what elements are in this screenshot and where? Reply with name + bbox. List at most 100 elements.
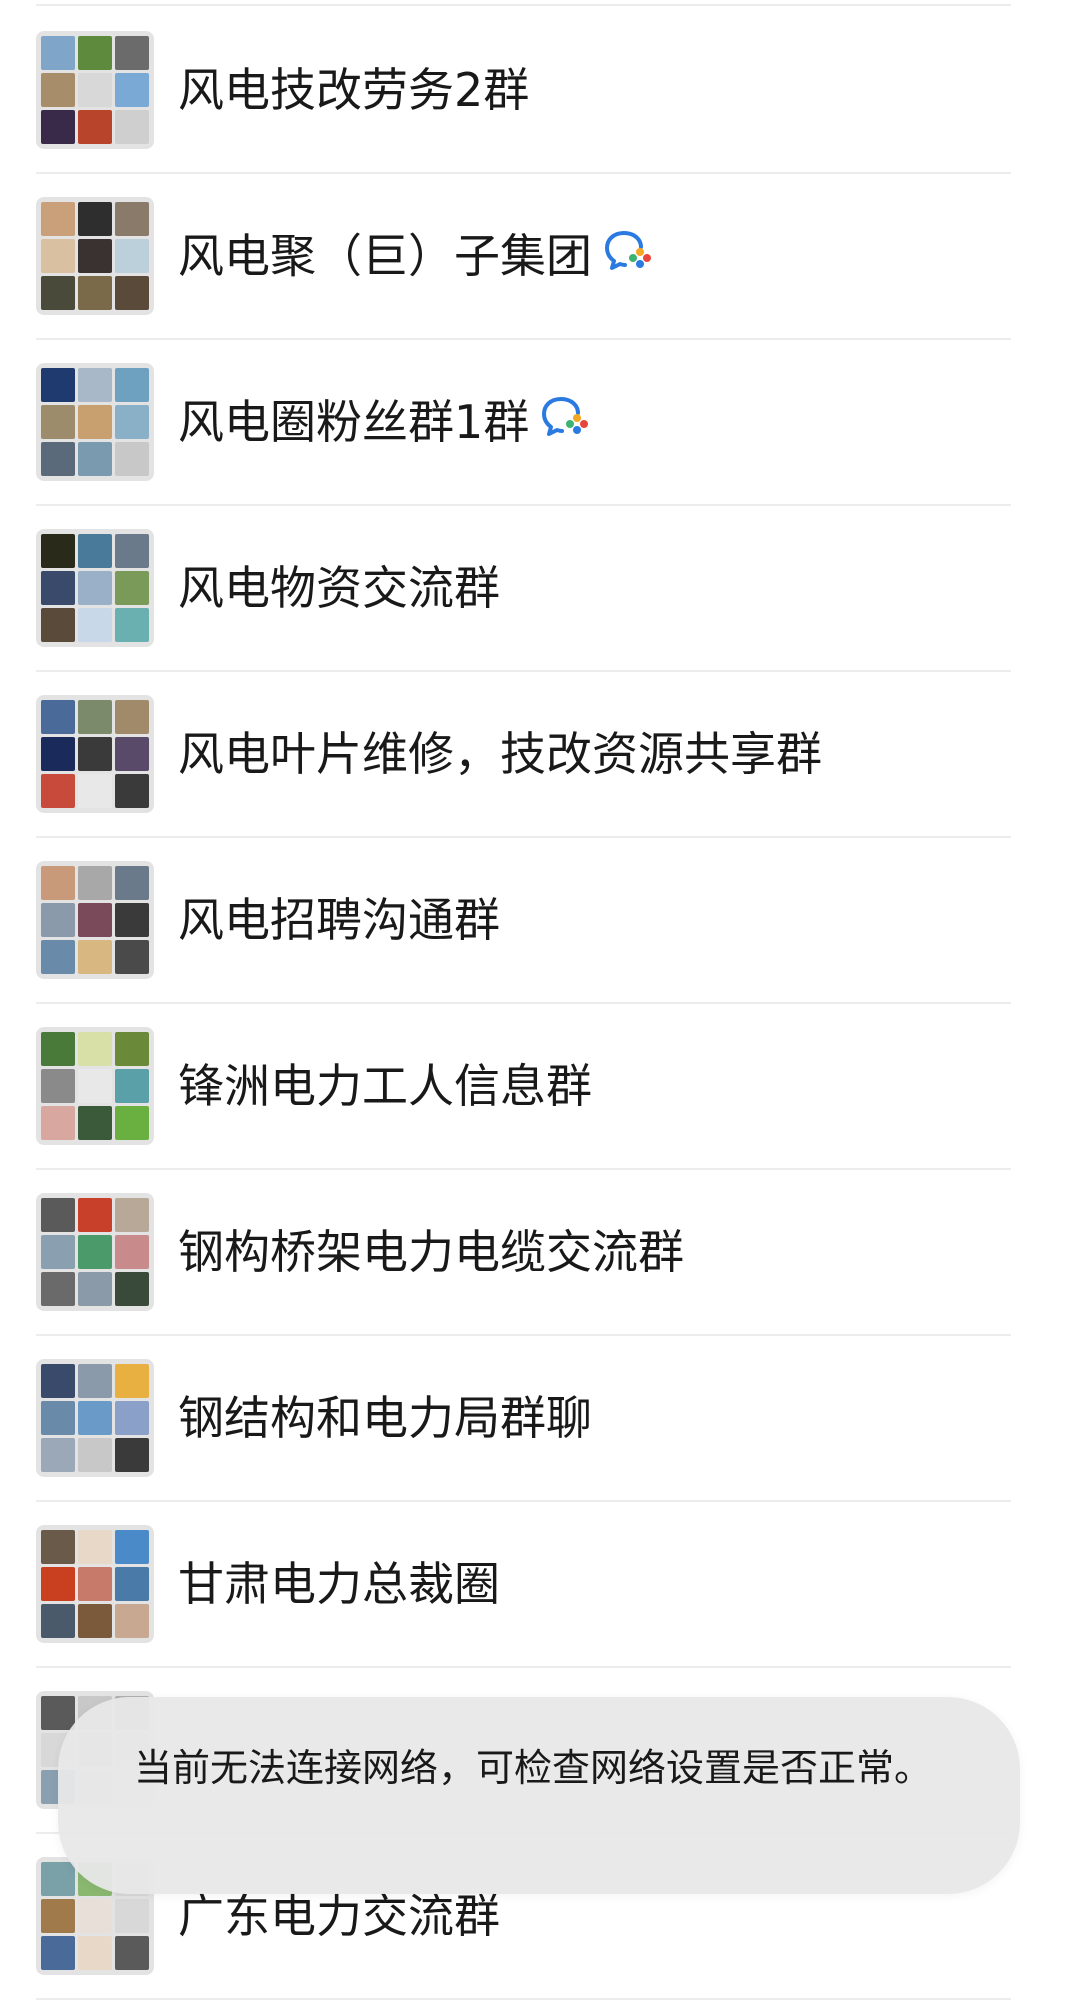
member-avatar-tile [115,36,149,70]
member-avatar-tile [41,1567,75,1601]
member-avatar-tile [115,1235,149,1269]
member-avatar-tile [115,774,149,808]
member-avatar-tile [115,608,149,642]
member-avatar-tile [41,1862,75,1896]
member-avatar-tile [78,866,112,900]
member-avatar-tile [41,1364,75,1398]
member-avatar-tile [78,276,112,310]
group-name: 甘肃电力总裁圈 [178,1500,500,1668]
member-avatar-tile [41,608,75,642]
member-avatar-tile [41,1069,75,1103]
group-name-text: 风电招聘沟通群 [178,893,500,947]
member-avatar-tile [41,202,75,236]
member-avatar-tile [115,534,149,568]
member-avatar-tile [78,1235,112,1269]
group-avatar [36,861,154,979]
group-name: 风电聚（巨）子集团 [178,172,652,340]
member-avatar-tile [115,1438,149,1472]
group-name-text: 钢结构和电力局群聊 [178,1391,592,1445]
work-chat-badge-icon [604,173,652,341]
member-avatar-tile [41,534,75,568]
member-avatar-tile [41,1530,75,1564]
member-avatar-tile [78,700,112,734]
member-avatar-tile [41,1438,75,1472]
member-avatar-tile [78,1438,112,1472]
member-avatar-tile [41,73,75,107]
member-avatar-tile [78,1198,112,1232]
group-chat-item[interactable]: 风电聚（巨）子集团 [0,172,1080,340]
member-avatar-tile [115,110,149,144]
member-avatar-tile [115,442,149,476]
member-avatar-tile [115,940,149,974]
member-avatar-tile [41,1235,75,1269]
member-avatar-tile [41,1198,75,1232]
member-avatar-tile [41,774,75,808]
member-avatar-tile [78,940,112,974]
group-chat-item[interactable]: 风电技改劳务2群 [0,6,1080,174]
group-chat-item[interactable]: 风电招聘沟通群 [0,836,1080,1004]
member-avatar-tile [41,700,75,734]
group-name-text: 钢构桥架电力电缆交流群 [178,1225,684,1279]
member-avatar-tile [78,110,112,144]
member-avatar-tile [78,239,112,273]
group-chat-item[interactable]: 甘肃电力总裁圈 [0,1500,1080,1668]
member-avatar-tile [115,903,149,937]
group-name: 钢构桥架电力电缆交流群 [178,1168,684,1336]
group-avatar [36,1525,154,1643]
work-chat-badge-icon [541,339,589,507]
group-chat-item[interactable]: 风电圈粉丝群1群 [0,338,1080,506]
member-avatar-tile [78,1604,112,1638]
member-avatar-tile [41,405,75,439]
member-avatar-tile [78,737,112,771]
group-chat-item[interactable]: 风电物资交流群 [0,504,1080,672]
member-avatar-tile [115,1069,149,1103]
group-chat-item[interactable]: 钢结构和电力局群聊 [0,1334,1080,1502]
member-avatar-tile [78,1032,112,1066]
member-avatar-tile [115,368,149,402]
member-avatar-tile [41,571,75,605]
group-avatar [36,363,154,481]
group-name-text: 风电叶片维修，技改资源共享群 [178,727,822,781]
group-name: 风电物资交流群 [178,504,500,672]
group-avatar [36,1193,154,1311]
group-name: 风电叶片维修，技改资源共享群 [178,670,822,838]
member-avatar-tile [41,1032,75,1066]
member-avatar-tile [41,110,75,144]
member-avatar-tile [78,1364,112,1398]
member-avatar-tile [115,73,149,107]
group-name-text: 风电技改劳务2群 [178,63,530,117]
member-avatar-tile [115,202,149,236]
group-name: 钢结构和电力局群聊 [178,1334,592,1502]
network-error-toast: 当前无法连接网络，可检查网络设置是否正常。 [58,1697,1020,1894]
list-divider [36,1998,1011,2000]
member-avatar-tile [41,1106,75,1140]
member-avatar-tile [78,442,112,476]
member-avatar-tile [41,866,75,900]
member-avatar-tile [115,276,149,310]
member-avatar-tile [115,1530,149,1564]
member-avatar-tile [115,1401,149,1435]
member-avatar-tile [78,36,112,70]
member-avatar-tile [115,405,149,439]
member-avatar-tile [78,73,112,107]
member-avatar-tile [115,1604,149,1638]
group-chat-item[interactable]: 风电叶片维修，技改资源共享群 [0,670,1080,838]
member-avatar-tile [115,1364,149,1398]
member-avatar-tile [78,1899,112,1933]
member-avatar-tile [78,1567,112,1601]
member-avatar-tile [78,1530,112,1564]
member-avatar-tile [115,571,149,605]
group-chat-item[interactable]: 锋洲电力工人信息群 [0,1002,1080,1170]
toast-message: 当前无法连接网络，可检查网络设置是否正常。 [134,1746,933,1790]
member-avatar-tile [115,1106,149,1140]
group-chat-item[interactable]: 钢构桥架电力电缆交流群 [0,1168,1080,1336]
member-avatar-tile [41,1936,75,1970]
member-avatar-tile [115,737,149,771]
group-avatar [36,1027,154,1145]
group-name-text: 风电物资交流群 [178,561,500,615]
member-avatar-tile [78,405,112,439]
member-avatar-tile [115,1272,149,1306]
member-avatar-tile [115,1567,149,1601]
member-avatar-tile [78,1936,112,1970]
member-avatar-tile [41,1899,75,1933]
